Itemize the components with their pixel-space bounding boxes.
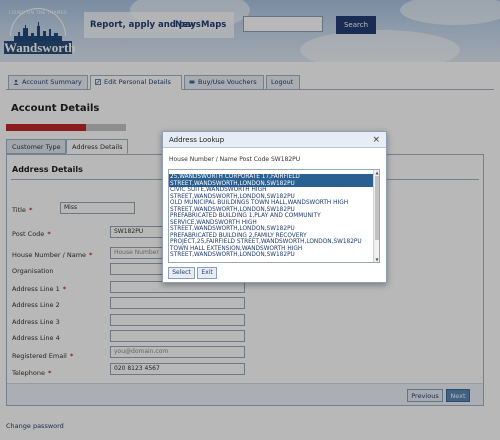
progress-fill bbox=[6, 124, 87, 131]
logo-wordmark: Wandsworth bbox=[4, 40, 76, 55]
previous-button[interactable]: Previous bbox=[407, 389, 443, 402]
progress-bar bbox=[6, 124, 126, 131]
address-option[interactable]: TOWN HALL EXTENSION,WANDSWORTH HIGH STRE… bbox=[169, 246, 374, 259]
cloud-decoration bbox=[400, 0, 500, 25]
tab-label: Buy/Use Vouchers bbox=[198, 78, 257, 86]
house-number-field[interactable]: House Number bbox=[110, 247, 170, 259]
account-nav: Account Summary Edit Personal Details Bu… bbox=[6, 75, 494, 90]
search-input[interactable] bbox=[243, 16, 323, 32]
change-password-link[interactable]: Change password bbox=[6, 422, 64, 430]
address-list: 25,WANDSWORTH CORPORATE 17,FAIRFIELD STR… bbox=[169, 174, 374, 259]
address-option[interactable]: 25,WANDSWORTH CORPORATE 17,FAIRFIELD STR… bbox=[169, 174, 374, 187]
label-address-line-3: Address Line 3 bbox=[12, 318, 60, 326]
dialog-title: Address Lookup bbox=[169, 136, 225, 144]
tab-account-summary[interactable]: Account Summary bbox=[8, 75, 88, 90]
next-button[interactable]: Next bbox=[446, 389, 470, 402]
form-button-bar: Previous Next bbox=[7, 383, 483, 405]
address-option[interactable]: OLD MUNICIPAL BUILDINGS TOWN HALL,WANDSW… bbox=[169, 200, 374, 213]
wandsworth-logo[interactable]: LIVING ON THE THAMES Wandsworth bbox=[4, 8, 76, 55]
search-button[interactable]: Search bbox=[336, 16, 376, 34]
header-links-panel: Report, apply and pay News Maps bbox=[84, 12, 234, 38]
post-code-field[interactable]: SW182PU bbox=[110, 226, 170, 238]
address-option[interactable]: PREFABRICATED BUILDING 2,FAMILY RECOVERY… bbox=[169, 233, 374, 246]
tab-logout[interactable]: Logout bbox=[266, 75, 300, 90]
tab-label: Account Summary bbox=[22, 78, 82, 86]
address-line-4-field[interactable] bbox=[110, 330, 245, 342]
section-title: Address Details bbox=[12, 165, 83, 174]
label-address-line-2: Address Line 2 bbox=[12, 301, 60, 309]
label-post-code: Post Code * bbox=[12, 230, 51, 238]
logo-arc-text: LIVING ON THE THAMES bbox=[8, 10, 68, 15]
tab-label: Logout bbox=[271, 78, 294, 86]
exit-button[interactable]: Exit bbox=[197, 267, 217, 279]
tab-customer-type[interactable]: Customer Type bbox=[6, 139, 66, 154]
address-option[interactable]: PREFABRICATED BUILDING 1,PLAY AND COMMUN… bbox=[169, 213, 374, 233]
edit-icon bbox=[95, 79, 101, 85]
telephone-field[interactable]: 020 8123 4567 bbox=[110, 363, 245, 375]
tab-buy-use-vouchers[interactable]: Buy/Use Vouchers bbox=[184, 75, 264, 90]
person-icon bbox=[13, 79, 19, 85]
maps-link[interactable]: Maps bbox=[201, 20, 226, 30]
label-address-line-4: Address Line 4 bbox=[12, 334, 60, 342]
scrollbar[interactable]: ▲ ▼ bbox=[373, 170, 379, 262]
label-address-line-1: Address Line 1 * bbox=[12, 285, 67, 293]
voucher-icon bbox=[189, 80, 195, 84]
select-button[interactable]: Select bbox=[168, 267, 195, 279]
site-header: LIVING ON THE THAMES Wandsworth Report, … bbox=[0, 0, 500, 62]
label-house-number: House Number / Name * bbox=[12, 251, 93, 259]
label-registered-email: Registered Email * bbox=[12, 352, 74, 360]
cloud-decoration bbox=[300, 30, 460, 62]
address-option[interactable]: CIVIC SUITE,WANDSWORTH HIGH STREET,WANDS… bbox=[169, 187, 374, 200]
address-listbox[interactable]: 25,WANDSWORTH CORPORATE 17,FAIRFIELD STR… bbox=[168, 169, 380, 263]
dialog-title-bar: Address Lookup × bbox=[163, 132, 386, 148]
address-lookup-dialog: Address Lookup × House Number / Name Pos… bbox=[162, 131, 387, 283]
skyline-icon bbox=[14, 22, 62, 42]
label-title: Title * bbox=[12, 206, 33, 214]
tab-edit-personal-details[interactable]: Edit Personal Details bbox=[90, 75, 182, 90]
scroll-thumb[interactable] bbox=[375, 176, 379, 240]
scroll-up-icon[interactable]: ▲ bbox=[374, 170, 379, 175]
news-link[interactable]: News bbox=[175, 20, 201, 30]
scroll-down-icon[interactable]: ▼ bbox=[374, 257, 379, 262]
title-select[interactable]: Miss bbox=[60, 202, 135, 214]
label-organisation: Organisation bbox=[12, 267, 54, 275]
label-telephone: Telephone * bbox=[12, 369, 52, 377]
tab-label: Edit Personal Details bbox=[104, 78, 171, 86]
email-field[interactable]: you@domain.com bbox=[110, 346, 245, 358]
address-line-3-field[interactable] bbox=[110, 314, 245, 326]
address-line-2-field[interactable] bbox=[110, 297, 245, 309]
lookup-criteria: House Number / Name Post Code SW182PU bbox=[169, 156, 301, 163]
close-icon[interactable]: × bbox=[372, 132, 380, 148]
tab-address-details[interactable]: Address Details bbox=[66, 139, 128, 154]
page-title: Account Details bbox=[11, 103, 100, 114]
